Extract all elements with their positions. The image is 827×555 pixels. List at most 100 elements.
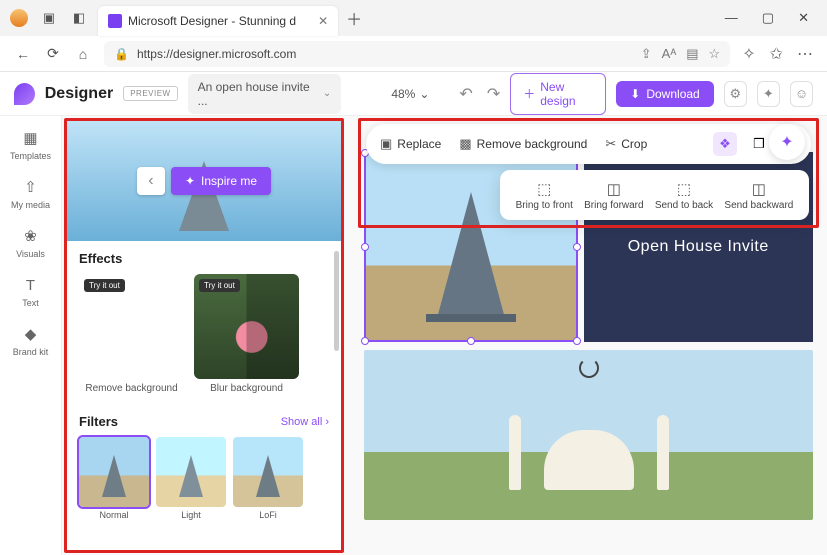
browser-urlbar: ← ⟳ ⌂ 🔒 https://designer.microsoft.com ⇪… — [0, 36, 827, 72]
collections-icon[interactable]: ✩ — [770, 44, 783, 64]
profile-avatar[interactable] — [10, 9, 28, 27]
menu-icon[interactable]: ⋯ — [797, 44, 813, 64]
brand-name: Designer — [45, 85, 113, 103]
close-tab-icon[interactable]: ✕ — [318, 14, 328, 28]
designer-logo-icon — [14, 83, 35, 105]
taj-graphic — [544, 430, 634, 490]
filter-lofi[interactable]: LoFi — [233, 437, 303, 520]
close-window-icon[interactable]: ✕ — [798, 10, 809, 26]
inspire-me-button[interactable]: ✦Inspire me — [171, 167, 271, 195]
favorite-icon[interactable]: ☆ — [709, 46, 721, 62]
new-tab-button[interactable]: ＋ — [346, 6, 362, 30]
refresh-icon[interactable]: ⟳ — [44, 45, 62, 62]
replace-button[interactable]: ▣Replace — [380, 136, 441, 152]
sidebar-item-visuals[interactable]: ❀Visuals — [16, 226, 45, 259]
bring-to-front-button[interactable]: ⬚Bring to front — [516, 180, 573, 211]
inspire-prev-button[interactable]: ‹ — [137, 167, 165, 195]
panel-scrollbar[interactable] — [334, 251, 339, 351]
sync-icon — [579, 358, 599, 378]
project-name: An open house invite ... — [198, 80, 315, 108]
filter-normal[interactable]: Normal — [79, 437, 149, 520]
filter-light[interactable]: Light — [156, 437, 226, 520]
templates-icon: ▦ — [21, 128, 41, 148]
favicon-icon — [108, 14, 122, 28]
chevron-down-icon: ⌄ — [419, 87, 429, 101]
front-icon: ⬚ — [537, 180, 551, 198]
sidebar-item-text[interactable]: TText — [21, 275, 41, 308]
crop-icon: ✂ — [605, 136, 616, 152]
canvas-area: ▣Replace ▩Remove background ✂Crop ❖ ❒ ✦ … — [350, 116, 827, 555]
effects-heading: Effects — [79, 251, 329, 266]
arrange-toggle[interactable]: ❖ — [713, 132, 737, 156]
tabs-icon[interactable]: ◧ — [70, 9, 88, 27]
home-icon[interactable]: ⌂ — [74, 46, 92, 62]
undo-icon[interactable]: ↶ — [459, 84, 472, 104]
resize-handle[interactable] — [573, 337, 581, 345]
text-icon: T — [21, 275, 41, 295]
workspaces-icon[interactable]: ▣ — [40, 9, 58, 27]
layers-icon[interactable]: ❒ — [747, 132, 771, 156]
maximize-icon[interactable]: ▢ — [762, 10, 774, 26]
visuals-icon: ❀ — [20, 226, 40, 246]
new-design-button[interactable]: ＋ New design — [510, 73, 606, 115]
share-icon[interactable]: ⇪ — [641, 46, 652, 62]
effect-blur-bg[interactable]: Try it out Blur background — [194, 274, 299, 394]
send-backward-button[interactable]: ◫Send backward — [724, 180, 793, 211]
sparkle-icon: ✦ — [185, 174, 195, 188]
lock-icon: 🔒 — [114, 47, 129, 61]
url-text: https://designer.microsoft.com — [137, 47, 296, 61]
workspace: ▦Templates ⇧My media ❀Visuals TText ◆Bra… — [0, 116, 827, 555]
download-button[interactable]: ⬇ Download — [616, 81, 713, 107]
browser-tab[interactable]: Microsoft Designer - Stunning d ✕ — [98, 6, 338, 36]
backward-icon: ◫ — [752, 180, 766, 198]
plus-icon: ＋ — [523, 85, 535, 102]
image-icon: ▣ — [380, 136, 392, 152]
preview-badge: PREVIEW — [123, 86, 177, 101]
reader-icon[interactable]: ▤ — [686, 46, 698, 62]
zoom-control[interactable]: 48% ⌄ — [391, 87, 429, 101]
back-icon[interactable]: ← — [14, 46, 32, 62]
send-to-back-button[interactable]: ⬚Send to back — [655, 180, 713, 211]
forward-icon: ◫ — [607, 180, 621, 198]
header-tool-1[interactable]: ⚙ — [724, 81, 747, 107]
back-icon: ⬚ — [677, 180, 691, 198]
hero-preview: ‹ ✦Inspire me — [67, 121, 341, 241]
sidebar-item-brandkit[interactable]: ◆Brand kit — [13, 324, 49, 357]
left-panel: ‹ ✦Inspire me Effects Try it out Remove … — [64, 118, 344, 553]
download-icon: ⬇ — [630, 87, 640, 101]
zoom-value: 48% — [391, 87, 415, 101]
text-size-icon[interactable]: Aᴬ — [662, 46, 677, 61]
header-tool-2[interactable]: ✦ — [757, 81, 780, 107]
bring-forward-button[interactable]: ◫Bring forward — [584, 180, 643, 211]
filters-heading: FiltersShow all › — [79, 414, 329, 429]
tab-title: Microsoft Designer - Stunning d — [128, 14, 296, 28]
browser-titlebar: ▣ ◧ Microsoft Designer - Stunning d ✕ ＋ … — [0, 0, 827, 36]
chevron-down-icon: ⌄ — [323, 88, 331, 99]
brandkit-icon: ◆ — [21, 324, 41, 344]
remove-bg-button[interactable]: ▩Remove background — [459, 136, 587, 152]
sidebar-item-mymedia[interactable]: ⇧My media — [11, 177, 50, 210]
project-selector[interactable]: An open house invite ... ⌄ — [188, 74, 342, 114]
show-all-link[interactable]: Show all › — [281, 416, 329, 428]
address-bar[interactable]: 🔒 https://designer.microsoft.com ⇪ Aᴬ ▤ … — [104, 41, 730, 67]
canvas-image-2[interactable] — [364, 350, 813, 520]
extensions-icon[interactable]: ✧ — [742, 44, 755, 64]
redo-icon[interactable]: ↷ — [487, 84, 500, 104]
image-toolbar: ▣Replace ▩Remove background ✂Crop ❖ ❒ — [366, 124, 811, 164]
sidebar-item-templates[interactable]: ▦Templates — [10, 128, 51, 161]
user-icon[interactable]: ☺ — [790, 81, 813, 107]
crop-button[interactable]: ✂Crop — [605, 136, 647, 152]
resize-handle[interactable] — [361, 243, 369, 251]
resize-handle[interactable] — [573, 243, 581, 251]
resize-handle[interactable] — [361, 337, 369, 345]
effect-remove-bg[interactable]: Try it out Remove background — [79, 274, 184, 394]
resize-handle[interactable] — [467, 337, 475, 345]
eraser-icon: ▩ — [459, 136, 471, 152]
magic-fab-button[interactable]: ✦ — [769, 124, 805, 160]
minimize-icon[interactable]: ― — [725, 10, 738, 26]
upload-icon: ⇧ — [20, 177, 40, 197]
eiffel-image — [436, 192, 506, 322]
app-header: Designer PREVIEW An open house invite ..… — [0, 72, 827, 116]
arrange-menu: ⬚Bring to front ◫Bring forward ⬚Send to … — [500, 170, 809, 220]
vertical-sidebar: ▦Templates ⇧My media ❀Visuals TText ◆Bra… — [0, 116, 62, 555]
